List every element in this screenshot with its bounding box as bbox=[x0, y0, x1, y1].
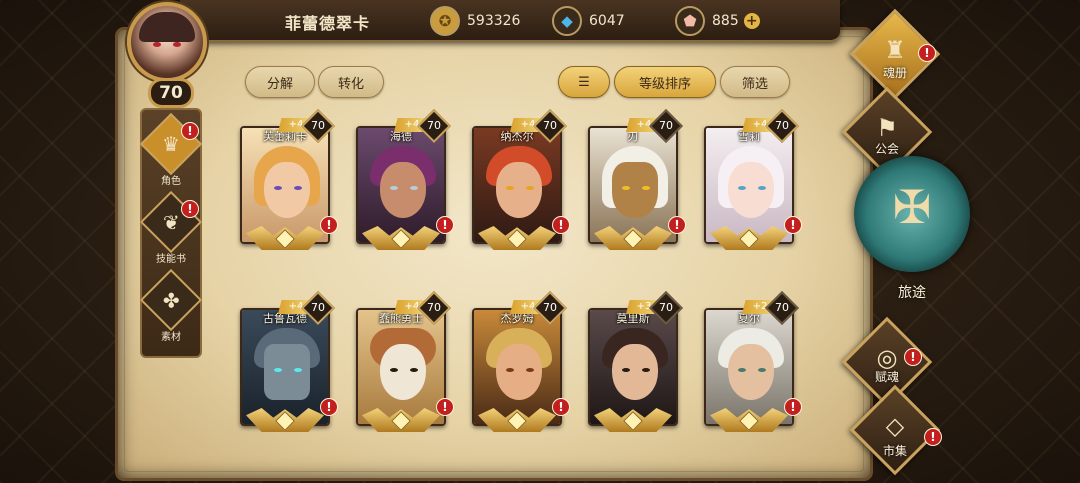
nav-material[interactable]: ✤ 素材 bbox=[139, 268, 203, 346]
alert-badge: ! bbox=[181, 200, 199, 218]
hero-card[interactable]: +4 70 蠢熊勇士 ! bbox=[354, 291, 454, 432]
alert-badge: ! bbox=[320, 398, 338, 416]
eye bbox=[506, 186, 514, 190]
market-label: 市集 bbox=[882, 444, 907, 458]
avatar-eye bbox=[153, 42, 161, 47]
pink-gem-icon: ⬟ bbox=[675, 6, 705, 36]
eye bbox=[526, 186, 534, 190]
eye bbox=[622, 368, 630, 372]
player-avatar[interactable] bbox=[127, 2, 207, 82]
hero-card[interactable]: +3 70 莫里斯 bbox=[586, 291, 683, 432]
eye bbox=[390, 186, 398, 190]
eye bbox=[738, 186, 746, 190]
alert-badge: ! bbox=[668, 216, 686, 234]
hero-card[interactable]: +2 70 夏尔 ! bbox=[702, 291, 802, 432]
gold-resource: ✪ 593326 bbox=[430, 5, 520, 37]
nav-skill-book[interactable]: ❦ 技能书 ! bbox=[139, 190, 203, 268]
eye bbox=[274, 368, 282, 372]
face bbox=[728, 162, 774, 218]
nav-character[interactable]: ♛ 角色 ! bbox=[139, 112, 203, 190]
face bbox=[728, 344, 774, 400]
blue-crystal-icon: ◆ bbox=[552, 6, 582, 36]
guild-label: 公会 bbox=[874, 142, 899, 156]
convert-button[interactable]: 转化 bbox=[318, 66, 384, 98]
alert-badge: ! bbox=[784, 216, 802, 234]
avatar-hair bbox=[139, 12, 195, 42]
alert-badge: ! bbox=[552, 398, 570, 416]
alert-badge: ! bbox=[784, 398, 802, 416]
eye bbox=[390, 368, 398, 372]
face bbox=[496, 344, 542, 400]
talent-label: 赋魂 bbox=[874, 370, 899, 384]
face bbox=[496, 162, 542, 218]
eye bbox=[506, 368, 514, 372]
journey-label: 旅途 bbox=[898, 285, 926, 301]
hero-card[interactable]: +4 70 芙蕾莉卡 ! bbox=[238, 109, 338, 250]
face bbox=[264, 344, 310, 400]
eye bbox=[758, 186, 766, 190]
add-gem-button[interactable]: + bbox=[743, 13, 760, 29]
sort-direction-button[interactable]: ☰ bbox=[558, 66, 610, 98]
hero-card[interactable]: +4 70 海德 ! bbox=[354, 109, 454, 250]
soul-book-label: 魂册 bbox=[882, 66, 907, 80]
sort-order-button[interactable]: 等级排序 bbox=[614, 66, 716, 98]
face bbox=[380, 344, 426, 400]
journey-button[interactable]: ✠ 旅途 bbox=[852, 156, 972, 306]
eye bbox=[274, 186, 282, 190]
sort-icon: ☰ bbox=[578, 74, 590, 90]
player-level-badge: 70 bbox=[148, 78, 194, 108]
face bbox=[612, 344, 658, 400]
alert-badge: ! bbox=[552, 216, 570, 234]
hero-card[interactable]: +4 70 杰罗姆 ! bbox=[470, 291, 570, 432]
face bbox=[264, 162, 310, 218]
guild-icon: ⚑ bbox=[876, 114, 898, 142]
eye bbox=[294, 186, 302, 190]
alert-badge: ! bbox=[918, 44, 936, 62]
eye bbox=[410, 186, 418, 190]
coin-icon: ✪ bbox=[430, 6, 460, 36]
alert-badge: ! bbox=[904, 348, 922, 366]
crystal-value: 6047 bbox=[589, 13, 625, 29]
material-icon: ✤ bbox=[139, 268, 203, 332]
crystal-resource: ◆ 6047 bbox=[552, 5, 625, 37]
eye bbox=[642, 368, 650, 372]
eye bbox=[738, 368, 746, 372]
face bbox=[380, 162, 426, 218]
filter-button[interactable]: 筛选 bbox=[720, 66, 790, 98]
gem-value: 885 bbox=[712, 13, 739, 29]
alert-badge: ! bbox=[320, 216, 338, 234]
market-button[interactable]: ◇ 市集 ! bbox=[849, 384, 942, 478]
eye bbox=[642, 186, 650, 190]
eye bbox=[410, 368, 418, 372]
face bbox=[612, 162, 658, 218]
alert-badge: ! bbox=[924, 428, 942, 446]
player-name: 菲蕾德翠卡 bbox=[285, 14, 371, 33]
hero-card[interactable]: +4 70 刃 ! bbox=[586, 109, 686, 250]
alert-badge: ! bbox=[181, 122, 199, 140]
gold-value: 593326 bbox=[467, 13, 521, 29]
eye bbox=[526, 368, 534, 372]
hero-card[interactable]: +4 70 纳杰尔 ! bbox=[470, 109, 570, 250]
decompose-button[interactable]: 分解 bbox=[245, 66, 315, 98]
gem-resource: ⬟ 885 + bbox=[675, 5, 760, 37]
avatar-eye bbox=[173, 42, 181, 47]
eye bbox=[294, 368, 302, 372]
compass-icon: ✠ bbox=[892, 180, 932, 234]
eye bbox=[758, 368, 766, 372]
alert-badge: ! bbox=[436, 398, 454, 416]
alert-badge: ! bbox=[436, 216, 454, 234]
eye bbox=[622, 186, 630, 190]
hero-card[interactable]: +4 70 古鲁瓦德 ! bbox=[238, 291, 338, 432]
hero-card[interactable]: +4 70 雪莉 ! bbox=[702, 109, 802, 250]
